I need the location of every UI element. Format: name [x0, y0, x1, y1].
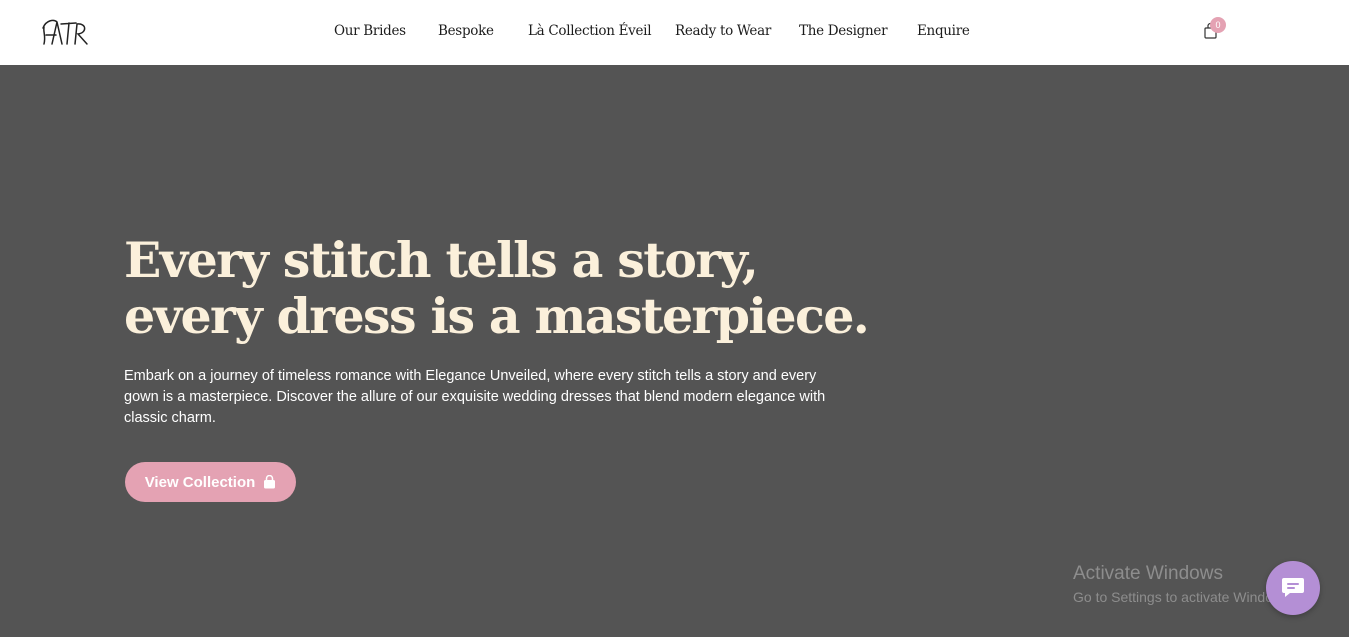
windows-activation-watermark: Activate Windows Go to Settings to activ… [1073, 563, 1294, 608]
nav-item-the-designer[interactable]: The Designer [799, 23, 888, 39]
cart-count-badge: 0 [1210, 17, 1226, 33]
watermark-title: Activate Windows [1073, 563, 1223, 584]
nav-item-ready-to-wear[interactable]: Ready to Wear [675, 23, 771, 39]
view-collection-label: View Collection [144, 473, 256, 491]
site-header: Our Brides Bespoke Là Collection Éveil R… [0, 0, 1349, 65]
hero-intro: Embark on a journey of timeless romance … [124, 368, 826, 426]
nav-item-enquire[interactable]: Enquire [917, 23, 970, 39]
chat-icon [1282, 578, 1304, 597]
headline-line-2: every dress is a masterpiece. [124, 287, 870, 345]
shopping-bag-icon [264, 475, 276, 489]
view-collection-button[interactable]: View Collection [125, 462, 296, 502]
chat-button[interactable] [1266, 561, 1320, 615]
nav-item-bespoke[interactable]: Bespoke [438, 23, 494, 39]
main-nav: Our Brides Bespoke Là Collection Éveil R… [0, 0, 1349, 65]
nav-item-la-collection-eveil[interactable]: Là Collection Éveil [528, 23, 652, 39]
headline-line-1: Every stitch tells a story, [124, 231, 759, 289]
hero-section [0, 65, 1349, 637]
watermark-subtitle: Go to Settings to activate Windows. [1073, 589, 1294, 605]
hero-headline: Every stitch tells a story, every dress … [124, 231, 870, 345]
nav-item-our-brides[interactable]: Our Brides [334, 23, 406, 39]
